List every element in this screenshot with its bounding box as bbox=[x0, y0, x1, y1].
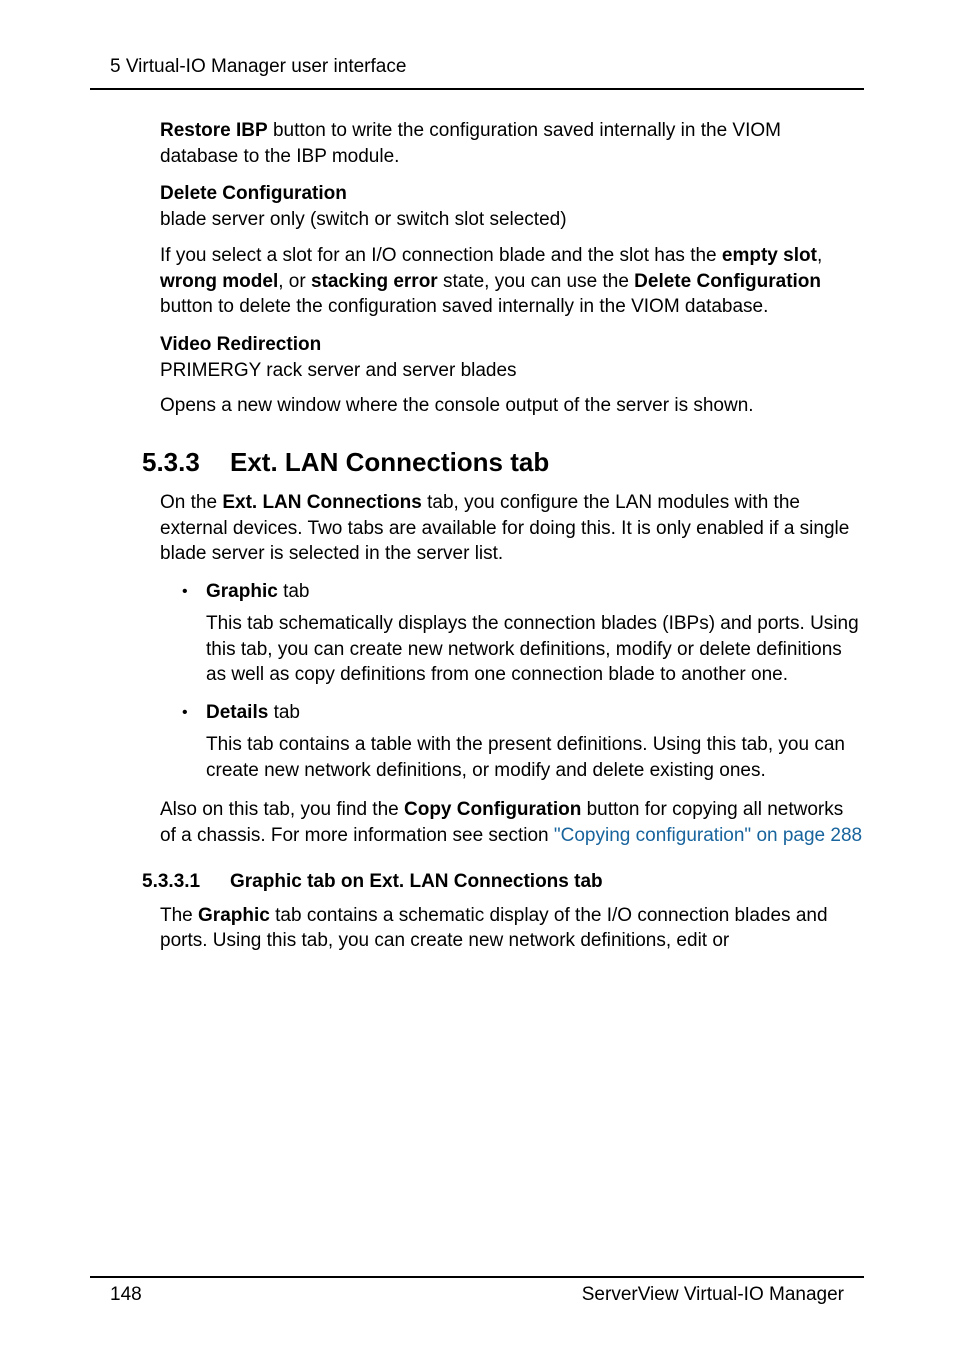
header-rule bbox=[90, 88, 864, 90]
footer-rule bbox=[90, 1276, 864, 1278]
after-bullets: Also on this tab, you find the Copy Conf… bbox=[160, 797, 864, 848]
bullet-graphic-body: This tab schematically displays the conn… bbox=[206, 611, 864, 688]
page-footer: 148 ServerView Virtual-IO Manager bbox=[90, 1276, 864, 1306]
bullet-list: Graphic tab This tab schematically displ… bbox=[182, 581, 864, 783]
term-video-redirection: Video Redirection bbox=[160, 334, 864, 356]
page-number: 148 bbox=[110, 1284, 142, 1306]
intro-continuation: Restore IBP button to write the configur… bbox=[160, 118, 864, 169]
bullet-graphic-label: Graphic tab bbox=[206, 581, 864, 603]
section-intro: On the Ext. LAN Connections tab, you con… bbox=[160, 490, 864, 567]
subsection-title: Graphic tab on Ext. LAN Connections tab bbox=[230, 871, 603, 893]
term-delete-line1: blade server only (switch or switch slot… bbox=[160, 207, 864, 233]
term-delete-configuration: Delete Configuration bbox=[160, 183, 864, 205]
term-video-para: Opens a new window where the console out… bbox=[160, 393, 864, 419]
running-header: 5 Virtual-IO Manager user interface bbox=[110, 56, 864, 78]
bullet-details-body: This tab contains a table with the prese… bbox=[206, 732, 864, 783]
subsection-para: The Graphic tab contains a schematic dis… bbox=[160, 903, 864, 954]
subsection-number: 5.3.3.1 bbox=[142, 871, 230, 893]
section-number: 5.3.3 bbox=[142, 447, 230, 478]
list-item: Details tab This tab contains a table wi… bbox=[182, 702, 864, 783]
body-content: Restore IBP button to write the configur… bbox=[160, 118, 864, 954]
list-item: Graphic tab This tab schematically displ… bbox=[182, 581, 864, 688]
section-heading: 5.3.3 Ext. LAN Connections tab bbox=[160, 447, 864, 478]
term-delete-para: If you select a slot for an I/O connecti… bbox=[160, 243, 864, 320]
subsection-heading: 5.3.3.1 Graphic tab on Ext. LAN Connecti… bbox=[160, 871, 864, 893]
footer-product: ServerView Virtual-IO Manager bbox=[582, 1284, 844, 1306]
bullet-details-label: Details tab bbox=[206, 702, 864, 724]
term-video-line1: PRIMERGY rack server and server blades bbox=[160, 358, 864, 384]
section-title: Ext. LAN Connections tab bbox=[230, 447, 549, 478]
